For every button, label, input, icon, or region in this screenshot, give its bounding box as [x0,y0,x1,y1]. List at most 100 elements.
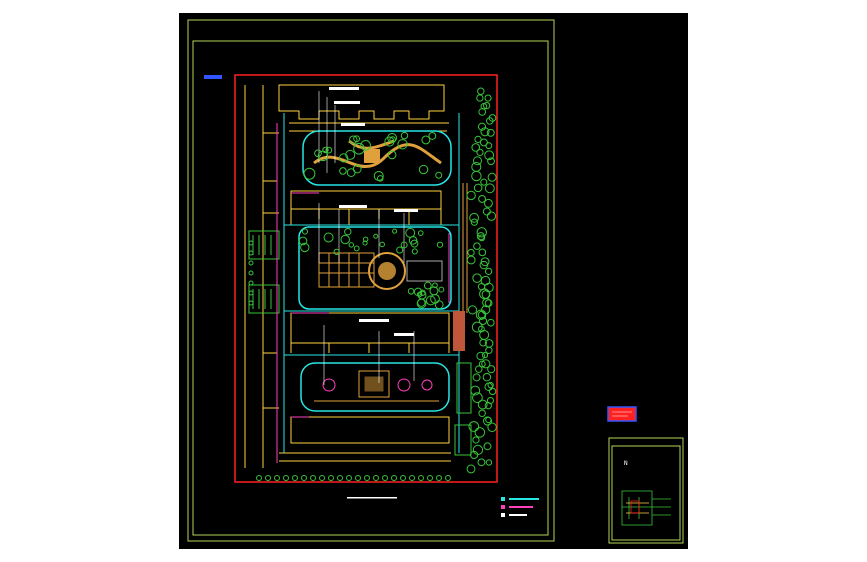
site-boundary [234,74,498,483]
tree-symbol [473,242,481,250]
legend-entry-mark [509,498,539,500]
tree-symbol [438,286,445,293]
tree-symbol [471,170,482,182]
tree-symbol [473,156,482,166]
tree-symbol [472,273,482,283]
legend-entry-mark [509,506,533,508]
tree-symbol [392,228,398,234]
tree-symbol [373,475,379,481]
layer-tag [204,75,222,79]
central-promenade [406,260,443,282]
site-plan-drawing: N [187,19,684,544]
tree-symbol [436,475,442,481]
tree-symbol [301,228,309,235]
tree-symbol [248,270,254,276]
tree-symbol [421,135,431,145]
tree-symbol [488,387,497,396]
tree-symbol [256,475,262,481]
tree-symbol [477,87,485,95]
bottom-building-row [279,416,451,462]
east-parking [454,362,472,456]
tree-symbol [303,167,316,180]
tree-symbol [340,234,350,245]
tree-symbol [391,475,397,481]
tree-symbol [473,183,483,193]
legend [501,497,539,517]
tree-symbol [400,475,406,481]
tree-symbol [323,232,334,243]
tree-symbol [474,427,486,438]
tree-symbol [472,436,480,444]
east-plaza-block [453,311,465,351]
north-pavilion [364,149,380,163]
tree-symbol [319,475,325,481]
east-edge [462,183,468,313]
tree-symbol [436,241,444,248]
keymap-plan [621,490,671,526]
tree-symbol [487,318,495,327]
tree-symbol [248,280,254,286]
tree-symbol [478,409,486,418]
tree-symbol [482,372,492,382]
tree-symbol [485,459,493,466]
keymap-label: N [624,460,628,467]
tree-symbol [353,245,360,252]
tree-symbol [292,475,298,481]
tree-symbol [475,365,483,373]
tree-symbol [482,207,491,216]
tree-symbol [468,421,480,432]
tree-symbol [409,475,415,481]
tree-symbol [476,148,484,156]
drawing-canvas[interactable]: N [179,13,688,549]
tree-symbol [400,131,409,140]
tree-symbol [478,108,487,116]
tree-symbol [373,233,379,239]
tree-symbol [484,198,493,208]
internal-roads [283,113,460,453]
tree-symbol [478,248,487,257]
tree-symbol [485,346,493,354]
tree-symbol [434,300,444,310]
tree-symbol [248,300,254,306]
tree-symbol [467,248,475,257]
legend-swatch [501,513,505,517]
tree-symbol [417,230,424,236]
tree-symbol [483,442,492,451]
legend-swatch [501,497,505,501]
tree-symbol [248,250,254,256]
tree-symbol [477,458,486,467]
tree-symbol [481,352,489,359]
tree-symbol [407,288,415,295]
tree-symbol [283,475,289,481]
tree-symbol [355,475,361,481]
tree-symbol [301,475,307,481]
tree-symbol [310,475,316,481]
tree-symbol [471,161,482,172]
tree-symbol [344,227,352,236]
tree-symbol [466,190,476,201]
tree-symbol [480,178,488,186]
tree-symbol [472,373,481,382]
tree-symbol [467,305,478,315]
tree-symbol [487,422,497,432]
tree-symbol [418,475,424,481]
tree-symbol [346,475,352,481]
tree-symbol [445,475,451,481]
tree-symbol [486,211,497,221]
tree-symbol [418,164,429,175]
tree-symbol [479,329,490,340]
tree-symbol [396,246,404,254]
tree-symbol [248,290,254,296]
tree-symbol [265,475,271,481]
tree-symbol [423,281,432,290]
cad-viewport[interactable]: N [0,0,867,562]
tree-symbol [471,321,483,333]
tree-symbol [487,172,497,182]
annotation-labels [329,87,418,336]
tree-symbol [472,444,484,456]
central-plaza-grid [318,252,375,288]
tree-symbol [484,401,492,410]
tree-symbol [348,242,355,248]
west-buildings [244,85,279,468]
tree-symbol [478,195,486,203]
